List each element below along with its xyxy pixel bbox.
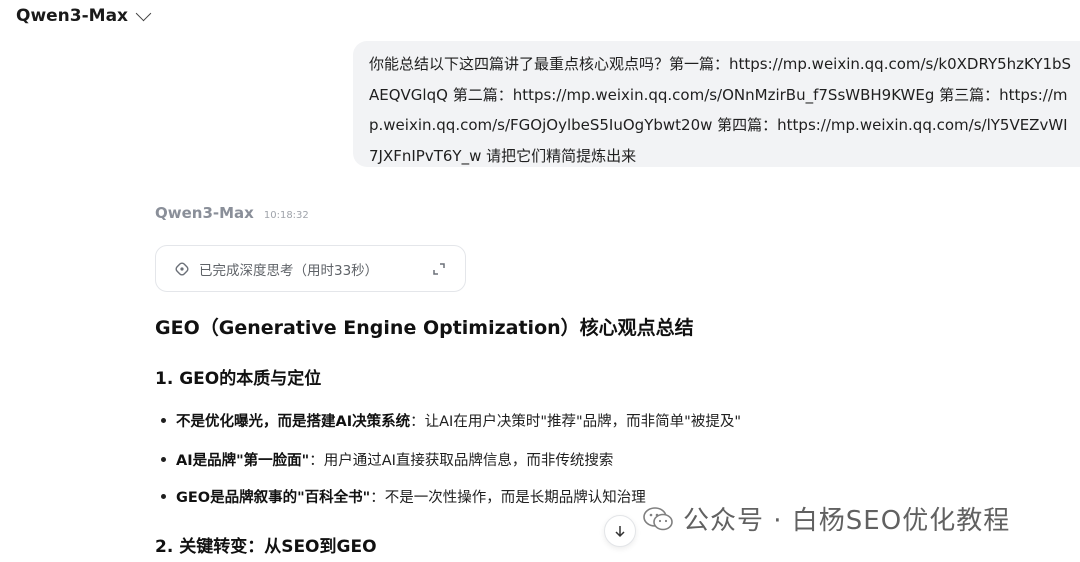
model-selector[interactable]: Qwen3-Max bbox=[16, 4, 152, 28]
section-heading: 1. GEO的本质与定位 bbox=[155, 369, 322, 389]
thinking-icon bbox=[175, 261, 189, 276]
list-item: AI是品牌"第一脸面" ：用户通过AI直接获取品牌信息，而非传统搜索 bbox=[161, 449, 613, 470]
bullet-bold: GEO是品牌叙事的"百科全书" bbox=[176, 490, 371, 506]
bullet-text: ：不是一次性操作，而是长期品牌认知治理 bbox=[370, 490, 646, 506]
assistant-name: Qwen3-Max bbox=[155, 204, 254, 222]
watermark: 公众号 · 白杨SEO优化教程 bbox=[643, 500, 1010, 537]
section-heading: 2. 关键转变：从SEO到GEO bbox=[155, 537, 377, 557]
bullet-dot bbox=[161, 457, 166, 462]
watermark-text: 公众号 · 白杨SEO优化教程 bbox=[683, 506, 1011, 536]
bullet-dot bbox=[161, 494, 166, 499]
thinking-label: 已完成深度思考（用时33秒） bbox=[199, 262, 379, 279]
message-timestamp: 10:18:32 bbox=[263, 210, 309, 221]
list-item: GEO是品牌叙事的"百科全书" ：不是一次性操作，而是长期品牌认知治理 bbox=[161, 486, 646, 507]
user-message: 你能总结以下这四篇讲了最重点核心观点吗？第一篇：https://mp.weixi… bbox=[353, 41, 1080, 167]
bullet-dot bbox=[161, 418, 166, 423]
model-name: Qwen3-Max bbox=[16, 6, 129, 26]
expand-icon[interactable] bbox=[431, 261, 447, 277]
bullet-text: ：用户通过AI直接获取品牌信息，而非传统搜索 bbox=[309, 453, 614, 469]
assistant-header: Qwen3-Max 10:18:32 bbox=[155, 204, 309, 222]
list-item: 不是优化曝光，而是搭建AI决策系统 ：让AI在用户决策时"推荐"品牌，而非简单"… bbox=[161, 410, 741, 431]
bullet-bold: 不是优化曝光，而是搭建AI决策系统 bbox=[176, 414, 411, 430]
chevron-down-icon bbox=[135, 5, 152, 22]
bullet-bold: AI是品牌"第一脸面" bbox=[176, 453, 310, 469]
thinking-toggle[interactable]: 已完成深度思考（用时33秒） bbox=[155, 245, 466, 292]
bullet-text: ：让AI在用户决策时"推荐"品牌，而非简单"被提及" bbox=[410, 414, 741, 430]
answer-title: GEO（Generative Engine Optimization）核心观点总… bbox=[155, 317, 694, 339]
scroll-to-bottom-button[interactable] bbox=[604, 515, 636, 547]
arrow-down-icon bbox=[615, 526, 625, 538]
wechat-icon bbox=[643, 506, 673, 530]
